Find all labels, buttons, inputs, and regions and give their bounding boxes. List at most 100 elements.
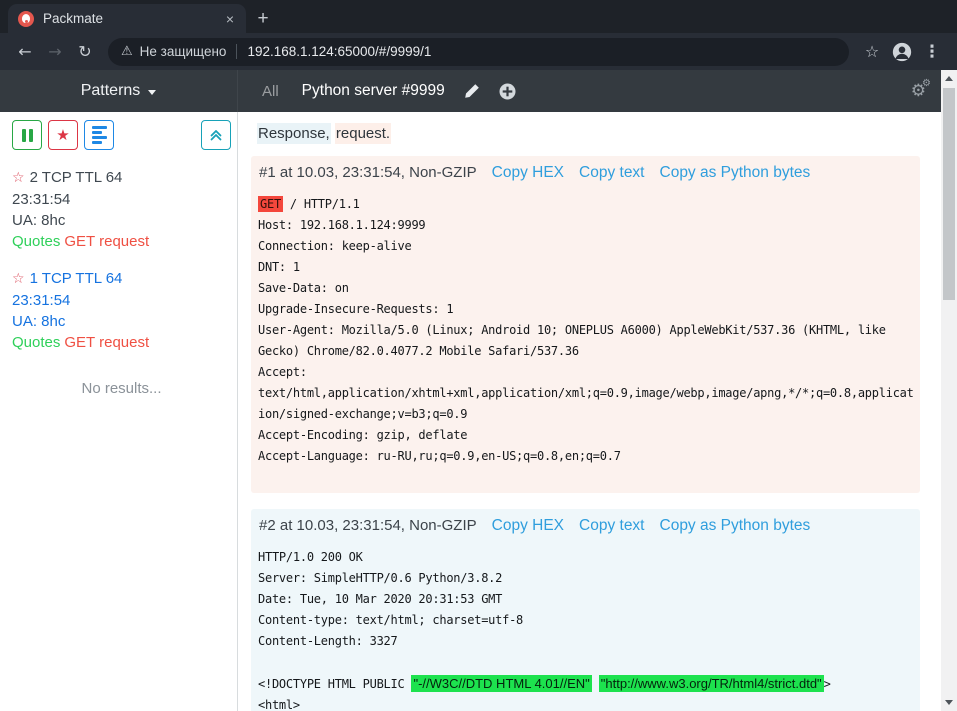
packet-line: Host: 192.168.1.124:9999 <box>258 215 914 236</box>
url-divider <box>236 44 237 59</box>
scrollbar-down-arrow-icon[interactable] <box>945 700 953 705</box>
flow-tags: QuotesGET request <box>12 231 231 252</box>
flow-entry[interactable]: ☆2 TCP TTL 6423:31:54UA: 8hcQuotesGET re… <box>12 167 231 252</box>
flow-tag[interactable]: GET request <box>64 334 149 351</box>
back-icon[interactable]: ← <box>10 42 40 61</box>
pause-capture-button[interactable] <box>12 120 42 150</box>
packet-line: User-Agent: Mozilla/5.0 (Linux; Android … <box>258 320 914 341</box>
add-pattern-icon[interactable] <box>499 83 516 100</box>
copy-text-link[interactable]: Copy text <box>579 164 644 182</box>
packet-line: Date: Tue, 10 Mar 2020 20:31:53 GMT <box>258 589 914 610</box>
flow-time: 23:31:54 <box>12 189 231 210</box>
browser-tab-bar: Packmate × + <box>0 0 957 33</box>
copy-as-python-bytes-link[interactable]: Copy as Python bytes <box>660 164 811 182</box>
flow-title-text: 1 TCP TTL 64 <box>30 270 123 287</box>
tab-all-patterns[interactable]: All <box>262 83 279 100</box>
copy-hex-link[interactable]: Copy HEX <box>492 517 564 535</box>
scrollbar-thumb[interactable] <box>943 88 955 300</box>
packet-body: HTTP/1.0 200 OKServer: SimpleHTTP/0.6 Py… <box>258 547 914 711</box>
not-secure-warning-icon: ⚠ <box>121 44 133 59</box>
scroll-to-top-button[interactable] <box>201 120 231 150</box>
legend-segment: Response, <box>257 123 331 144</box>
packet-line: Content-type: text/html; charset=utf-8 <box>258 610 914 631</box>
flow-user-agent: UA: 8hc <box>12 311 231 332</box>
star-outline-icon: ☆ <box>12 271 25 287</box>
flow-tag[interactable]: Quotes <box>12 233 60 250</box>
no-results-text: No results... <box>12 380 231 397</box>
copy-text-link[interactable]: Copy text <box>579 517 644 535</box>
flow-entry-title: ☆ 2 TCP TTL 64 <box>12 167 231 189</box>
flow-tag[interactable]: GET request <box>64 233 149 250</box>
packet-meta: #1 at 10.03, 23:31:54, Non-GZIP <box>259 164 477 181</box>
packet-header: #1 at 10.03, 23:31:54, Non-GZIP Copy HEX C… <box>259 164 914 182</box>
highlight-green: "-//W3C//DTD HTML 4.01//EN" <box>411 675 591 692</box>
star-outline-icon: ☆ <box>12 170 25 186</box>
chevron-double-up-icon <box>209 128 223 142</box>
flow-entry[interactable]: ☆1 TCP TTL 6423:31:54UA: 8hcQuotesGET re… <box>12 268 231 353</box>
browser-tab[interactable]: Packmate × <box>8 4 246 33</box>
packet-line: Upgrade-Insecure-Requests: 1 <box>258 299 914 320</box>
packet-line: ion/signed-exchange;v=b3;q=0.9 <box>258 404 914 425</box>
chevron-down-icon <box>148 90 156 95</box>
list-icon <box>92 126 107 144</box>
packet-line: DNT: 1 <box>258 257 914 278</box>
packet-line: Save-Data: on <box>258 278 914 299</box>
packet-line: Content-Length: 3327 <box>258 631 914 652</box>
copy-as-python-bytes-link[interactable]: Copy as Python bytes <box>660 517 811 535</box>
packet-line: Server: SimpleHTTP/0.6 Python/3.8.2 <box>258 568 914 589</box>
packet-line: GET / HTTP/1.1 <box>258 194 914 215</box>
packet-line: Accept: <box>258 362 914 383</box>
packet-line: HTTP/1.0 200 OK <box>258 547 914 568</box>
scrollbar-up-arrow-icon[interactable] <box>945 76 953 81</box>
packet-line: text/html,application/xhtml+xml,applicat… <box>258 383 914 404</box>
packet-line: Gecko) Chrome/82.0.4077.2 Mobile Safari/… <box>258 341 914 362</box>
packet-meta: #2 at 10.03, 23:31:54, Non-GZIP <box>259 517 477 534</box>
security-label: Не защищено <box>140 44 227 59</box>
result-legend: Response, request. <box>251 124 920 144</box>
sidebar-toolbar: ★ <box>12 120 231 150</box>
settings-gears-icon[interactable]: ⚙ ⚙ <box>911 81 926 101</box>
forward-icon[interactable]: → <box>40 42 70 61</box>
tab-close-icon[interactable]: × <box>224 11 236 27</box>
packet-card: #1 at 10.03, 23:31:54, Non-GZIP Copy HEX C… <box>251 156 920 493</box>
url-bar[interactable]: ⚠ Не защищено 192.168.1.124:65000/#/9999… <box>108 38 849 66</box>
tab-title: Packmate <box>43 11 215 26</box>
copy-hex-link[interactable]: Copy HEX <box>492 164 564 182</box>
packet-line <box>258 652 914 673</box>
new-tab-button[interactable]: + <box>246 4 280 33</box>
flow-sidebar: ★ ☆2 TCP TTL 6423:31:54UA: 8hcQuotesGET … <box>0 112 238 711</box>
flow-time: 23:31:54 <box>12 290 231 311</box>
flow-user-agent: UA: 8hc <box>12 210 231 231</box>
reload-icon[interactable]: ↻ <box>70 42 100 61</box>
packet-card: #2 at 10.03, 23:31:54, Non-GZIP Copy HEX C… <box>251 509 920 711</box>
flow-title-text: 2 TCP TTL 64 <box>30 169 123 186</box>
bookmark-star-icon[interactable]: ☆ <box>857 42 887 61</box>
flow-list: ☆2 TCP TTL 6423:31:54UA: 8hcQuotesGET re… <box>12 167 231 353</box>
packet-line: Accept-Encoding: gzip, deflate <box>258 425 914 446</box>
tab-current-pattern[interactable]: Python server #9999 <box>302 82 445 100</box>
packet-header: #2 at 10.03, 23:31:54, Non-GZIP Copy HEX C… <box>259 517 914 535</box>
patterns-dropdown[interactable]: Patterns <box>0 70 238 112</box>
flow-tag[interactable]: Quotes <box>12 334 60 351</box>
packet-line: Connection: keep-alive <box>258 236 914 257</box>
url-text: 192.168.1.124:65000/#/9999/1 <box>247 44 431 59</box>
list-view-button[interactable] <box>84 120 114 150</box>
profile-avatar-icon[interactable] <box>887 41 917 63</box>
pause-icon <box>22 129 33 142</box>
packet-body: GET / HTTP/1.1Host: 192.168.1.124:9999Co… <box>258 194 914 467</box>
packet-pane: Response, request. #1 at 10.03, 23:31:54… <box>238 112 941 711</box>
legend-segment: request. <box>335 123 391 144</box>
patterns-label: Patterns <box>81 82 141 100</box>
packet-line: Accept-Language: ru-RU,ru;q=0.9,en-US;q=… <box>258 446 914 467</box>
favorites-filter-button[interactable]: ★ <box>48 120 78 150</box>
packet-line: <!DOCTYPE HTML PUBLIC "-//W3C//DTD HTML … <box>258 673 914 695</box>
highlight-red: GET <box>258 196 283 212</box>
flow-entry-title: ☆ 1 TCP TTL 64 <box>12 268 231 290</box>
packet-list: #1 at 10.03, 23:31:54, Non-GZIP Copy HEX C… <box>251 156 920 711</box>
edit-pattern-pencil-icon[interactable] <box>464 83 480 99</box>
page-scrollbar[interactable] <box>941 70 957 711</box>
browser-menu-icon[interactable]: ⋮ <box>917 42 947 62</box>
packet-line: <html> <box>258 695 914 711</box>
flow-tags: QuotesGET request <box>12 332 231 353</box>
browser-toolbar: ← → ↻ ⚠ Не защищено 192.168.1.124:65000/… <box>0 33 957 70</box>
